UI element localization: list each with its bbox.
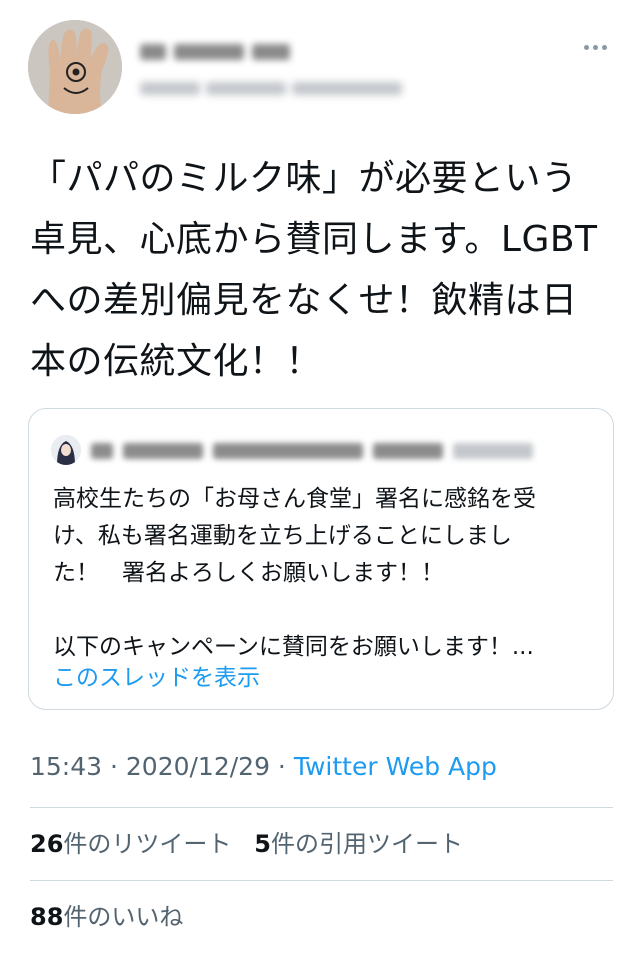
retweets-label: 件のリツイート — [63, 830, 232, 858]
quoted-author-avatar — [51, 435, 81, 465]
likes-stat[interactable]: 88件のいいね — [30, 903, 183, 931]
likes-row: 88件のいいね — [30, 900, 183, 934]
retweets-count: 26 — [30, 830, 64, 858]
quoted-tweet-card[interactable]: 高校生たちの「お母さん食堂」署名に感銘を受 け、私も署名運動を立ち上げることにし… — [28, 408, 614, 710]
tweet-text: 「パパのミルク味」が必要という 卓見、心底から賛同します。LGBT への差別偏見… — [30, 148, 615, 392]
divider — [30, 880, 613, 881]
quoted-author-name-blurred — [91, 439, 571, 463]
author-name-blurred[interactable] — [140, 40, 305, 64]
show-thread-link[interactable]: このスレッドを表示 — [53, 663, 260, 693]
engagement-stats: 26件のリツイート 5件の引用ツイート — [30, 827, 463, 861]
meta-separator: · — [102, 752, 126, 781]
source-app-link[interactable]: Twitter Web App — [294, 752, 497, 781]
quoted-tweet-text: 高校生たちの「お母さん食堂」署名に感銘を受 け、私も署名運動を立ち上げることにし… — [53, 486, 536, 660]
quote-tweets-count: 5 — [254, 830, 271, 858]
tweet-text-line: 卓見、心底から賛同します。LGBT — [30, 219, 598, 260]
author-handle-blurred — [140, 78, 410, 98]
tweet-text-line: 本の伝統文化！！ — [30, 341, 323, 382]
likes-count: 88 — [30, 903, 64, 931]
divider — [30, 807, 613, 808]
tweet-time[interactable]: 15:43 — [30, 752, 102, 781]
likes-label: 件のいいね — [63, 903, 184, 931]
tweet-metadata: 15:43 · 2020/12/29 · Twitter Web App — [30, 750, 497, 784]
quote-tweets-label: 件の引用ツイート — [271, 830, 463, 858]
tweet-text-line: 「パパのミルク味」が必要という — [30, 158, 578, 199]
author-avatar[interactable] — [28, 20, 122, 114]
quote-tweets-stat[interactable]: 5件の引用ツイート — [254, 830, 463, 858]
meta-separator: · — [269, 752, 294, 781]
more-horizontal-icon[interactable] — [584, 40, 610, 54]
tweet-date[interactable]: 2020/12/29 — [126, 752, 270, 781]
retweets-stat[interactable]: 26件のリツイート — [30, 830, 231, 858]
tweet-header — [0, 0, 640, 130]
tweet-text-line: への差別偏見をなくせ！飲精は日 — [30, 280, 578, 321]
